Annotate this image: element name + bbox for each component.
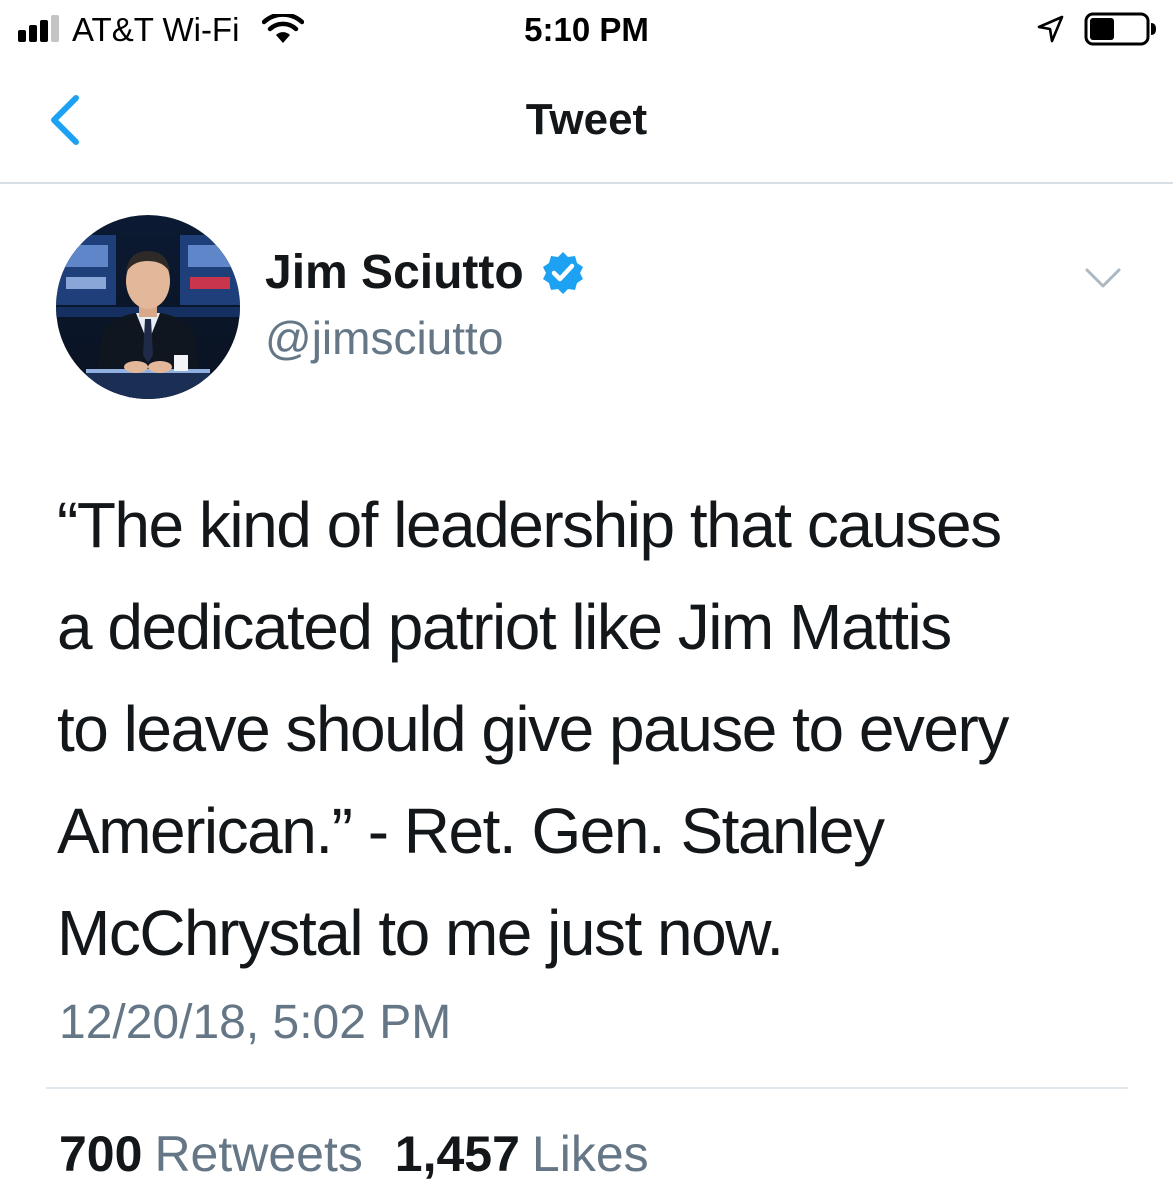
chevron-down-icon[interactable]: [1083, 262, 1123, 294]
retweets-stat[interactable]: 700 Retweets: [59, 1124, 363, 1184]
likes-label: Likes: [531, 1126, 649, 1182]
tweet-stats: 700 Retweets 1,457 Likes: [59, 1124, 649, 1184]
likes-count: 1,457: [394, 1126, 520, 1182]
likes-stat[interactable]: 1,457 Likes: [395, 1124, 649, 1184]
location-arrow-icon: [1037, 15, 1064, 43]
page-title: Tweet: [525, 95, 648, 144]
author-handle[interactable]: @jimsciutto: [265, 310, 503, 366]
verified-badge-icon: [542, 252, 583, 294]
status-bar: AT&T Wi-Fi 5:10 PM: [0, 0, 1173, 60]
battery-icon: [1084, 12, 1156, 46]
author-name-row[interactable]: Jim Sciutto: [265, 243, 586, 303]
status-time: 5:10 PM: [524, 11, 649, 48]
divider: [46, 1087, 1128, 1089]
author-name: Jim Sciutto: [265, 246, 524, 299]
tweet-timestamp: 12/20/18, 5:02 PM: [59, 996, 452, 1049]
tweet-text: “The kind of leadership that causes a de…: [57, 489, 1009, 969]
retweets-count: 700: [59, 1126, 143, 1182]
nav-bar: Tweet: [0, 60, 1173, 184]
avatar-photo: [56, 215, 240, 399]
avatar[interactable]: [56, 215, 240, 399]
retweets-label: Retweets: [154, 1126, 363, 1182]
